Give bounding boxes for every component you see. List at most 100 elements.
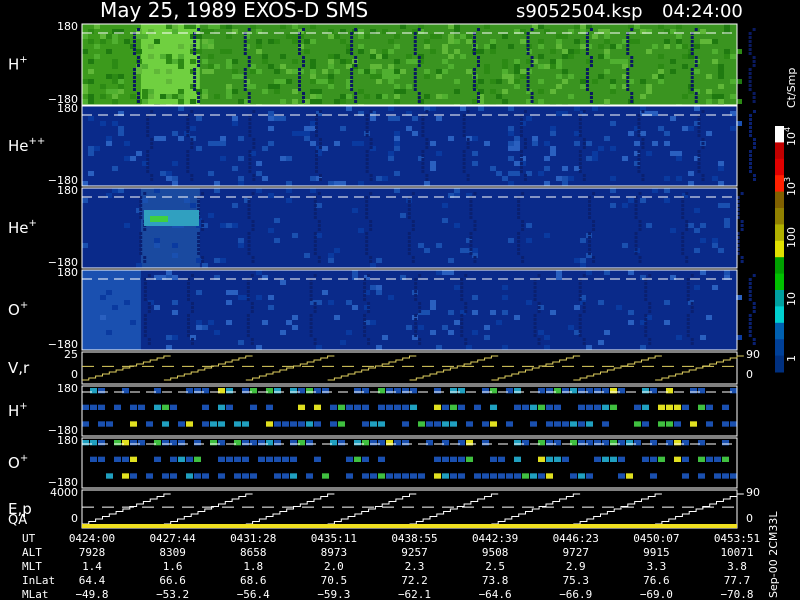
panel-track [585, 36, 589, 39]
panel-track [418, 310, 422, 313]
block-cell [490, 473, 497, 479]
panel-cell [154, 69, 160, 74]
panel-track [301, 60, 305, 63]
panel-track [582, 146, 586, 149]
panel-cell [328, 34, 334, 39]
panel-cell [226, 94, 232, 99]
panel-cell [130, 156, 136, 161]
block-cell [162, 421, 169, 427]
panel-cell [388, 106, 394, 111]
block-cell [722, 473, 729, 479]
panel-track [748, 170, 752, 173]
panel-track [637, 118, 641, 121]
panel-track [526, 32, 530, 35]
panel-track [414, 330, 418, 333]
panel-cell [526, 300, 532, 305]
panel-cell [598, 340, 604, 345]
panel-cell [730, 126, 736, 131]
panel-cell [280, 156, 286, 161]
panel-cell [718, 181, 724, 186]
panel-cell [136, 69, 142, 74]
block-cell [218, 421, 225, 427]
panel-track [190, 142, 194, 145]
panel-track [407, 216, 411, 219]
panel-cell [646, 223, 652, 228]
panel-track [473, 260, 477, 263]
panel-cell [598, 300, 604, 305]
block-cell [714, 456, 721, 462]
colorbar-tick-4: 1 [785, 355, 798, 362]
panel-track [578, 126, 582, 129]
panel-track [421, 122, 425, 125]
panel-track [748, 154, 752, 157]
panel-track [519, 154, 523, 157]
block-cell [450, 421, 457, 427]
colorbar-swatch [775, 273, 784, 291]
panel-track [318, 146, 322, 149]
panel-cell [598, 74, 604, 79]
panel-track [363, 298, 367, 301]
block-cell [274, 388, 281, 394]
panel-track [473, 220, 477, 223]
panel-track [634, 240, 638, 243]
panel-track [686, 334, 690, 337]
panel-cell [436, 34, 442, 39]
panel-cell [532, 141, 538, 146]
panel-cell [286, 69, 292, 74]
panel-cell [514, 59, 520, 64]
panel-track [752, 100, 756, 103]
panel-track [517, 204, 521, 207]
panel-cell [346, 94, 352, 99]
panel-cell [112, 89, 118, 94]
table-row-label-4: MLat [22, 588, 49, 600]
panel-cell [88, 99, 94, 104]
panel-track [686, 286, 690, 289]
panel-track [578, 330, 582, 333]
panel-cell [226, 320, 232, 325]
panel-cell [454, 89, 460, 94]
block-cell [570, 388, 577, 394]
panel-label-5: H+ [8, 401, 28, 420]
panel-track [297, 40, 301, 43]
panel-track [748, 286, 752, 289]
panel-track [313, 248, 317, 251]
panel-track [752, 142, 756, 145]
panel-cell [610, 44, 616, 49]
panel-cell [172, 161, 178, 166]
panel-cell [388, 156, 394, 161]
panel-cell [88, 69, 94, 74]
panel-cell [460, 34, 466, 39]
panel-track [407, 208, 411, 211]
panel-cell [580, 24, 586, 29]
block-cell [354, 404, 361, 410]
panel-label-sup-5: + [19, 401, 27, 412]
panel-cell [88, 171, 94, 176]
panel-track [530, 28, 534, 31]
block-cell [546, 473, 553, 479]
ephemeris-table: UT 0424:00 0427:44 0431:28 0435:11 0438:55 044… [22, 532, 760, 600]
panel-track [578, 166, 582, 169]
block-cell [626, 440, 633, 446]
panel-track [469, 232, 473, 235]
block-cell [610, 404, 617, 410]
panel-cell [628, 310, 634, 315]
panel-track [186, 322, 190, 325]
panel-track [690, 342, 694, 345]
block-cell [226, 456, 233, 462]
panel-track [476, 100, 480, 103]
panel-cell [172, 24, 178, 29]
panel-cell [178, 136, 184, 141]
block-cell [338, 440, 345, 446]
panel-track [363, 282, 367, 285]
panel-track [421, 166, 425, 169]
panel-track [585, 76, 589, 79]
panel-cell [376, 94, 382, 99]
panel-cell [88, 39, 94, 44]
file-name: s9052504.ksp [516, 1, 643, 22]
panel-cell [130, 320, 136, 325]
panel-track [297, 84, 301, 87]
panel-cell [292, 24, 298, 29]
panel-cell [718, 69, 724, 74]
panel-track [146, 134, 150, 137]
block-cell [402, 404, 409, 410]
